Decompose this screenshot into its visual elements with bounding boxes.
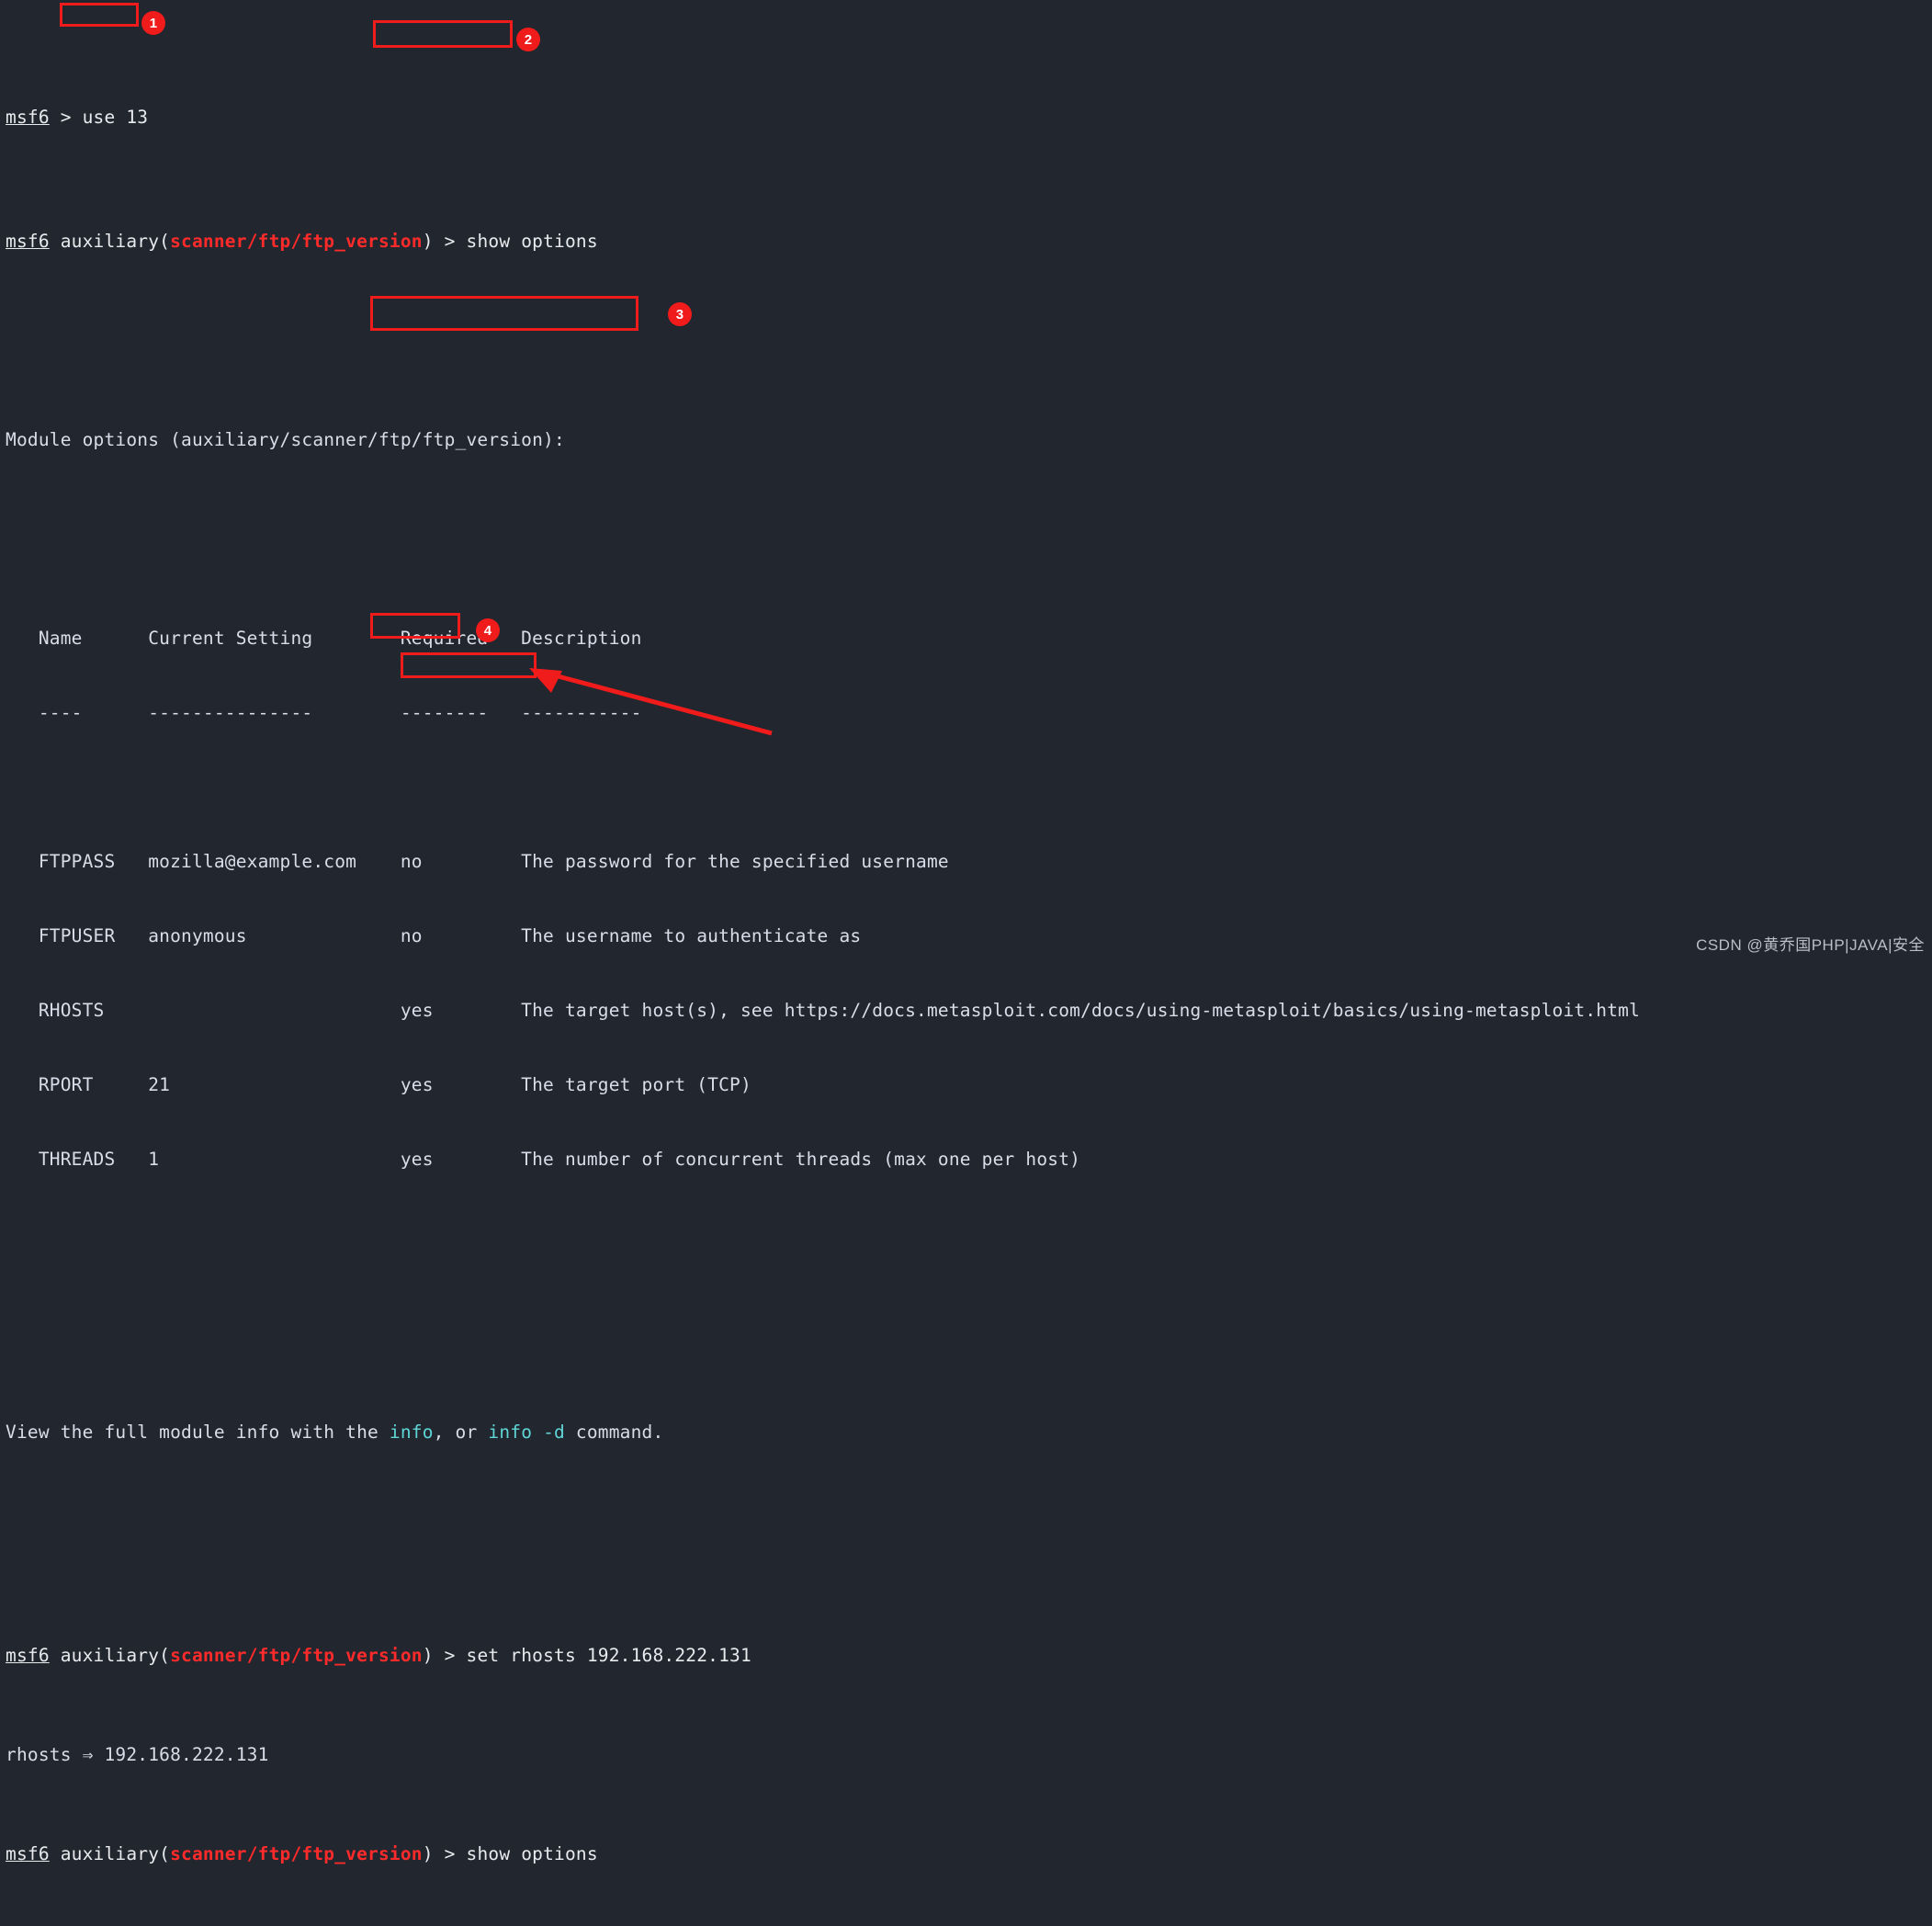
table-row-text: RPORT 21 yes The target port (TCP)	[6, 1074, 751, 1095]
command-show-options[interactable]: show options	[467, 231, 598, 252]
annotation-badge-1: 1	[141, 11, 165, 35]
prompt-caret: >	[49, 107, 83, 128]
table-row-text: THREADS 1 yes The number of concurrent t…	[6, 1149, 1081, 1170]
view-info-prefix: View the full module info with the	[6, 1422, 390, 1443]
table-rule-row-1: ---- --------------- -------- ----------…	[6, 702, 642, 723]
view-info-suffix: command.	[564, 1422, 664, 1443]
prompt-user: msf6	[6, 107, 50, 128]
terminal-line-show-options-2: msf6 auxiliary(scanner/ftp/ftp_version) …	[6, 1841, 1932, 1866]
prompt-user: msf6	[6, 1843, 50, 1864]
terminal-window: msf6 > use 13 msf6 auxiliary(scanner/ftp…	[0, 0, 1932, 1864]
prompt-module-path: scanner/ftp/ftp_version	[170, 1843, 423, 1864]
table-row: FTPPASS mozilla@example.com no The passw…	[6, 849, 1932, 874]
watermark-text: CSDN @黄乔国PHP|JAVA|安全	[1696, 936, 1925, 954]
table-row: THREADS 1 yes The number of concurrent t…	[6, 1147, 1932, 1172]
prompt-module-path: scanner/ftp/ftp_version	[170, 1645, 423, 1666]
annotation-badge-3: 3	[668, 302, 692, 326]
module-options-header-1: Module options (auxiliary/scanner/ftp/ft…	[6, 429, 565, 450]
terminal-line-set-rhosts: msf6 auxiliary(scanner/ftp/ftp_version) …	[6, 1643, 1932, 1668]
prompt-aux-open: auxiliary(	[49, 1645, 171, 1666]
table-header-1: Name Current Setting Required Descriptio…	[6, 626, 1932, 651]
table-row: RPORT 21 yes The target port (TCP)	[6, 1072, 1932, 1097]
table-rule-1: ---- --------------- -------- ----------…	[6, 700, 1932, 725]
rhosts-echo-line: rhosts ⇒ 192.168.222.131	[6, 1744, 269, 1765]
prompt-aux-close: ) >	[422, 1645, 467, 1666]
table-row-text: FTPUSER anonymous no The username to aut…	[6, 925, 862, 946]
table-row: RHOSTS yes The target host(s), see https…	[6, 998, 1932, 1023]
table-header-row-1: Name Current Setting Required Descriptio…	[6, 628, 642, 649]
annotation-badge-2: 2	[516, 28, 540, 51]
annotation-box-set-rhosts	[370, 296, 638, 331]
command-set-rhosts[interactable]: set rhosts 192.168.222.131	[467, 1645, 751, 1666]
prompt-aux-close: ) >	[422, 231, 467, 252]
table-row: FTPUSER anonymous no The username to aut…	[6, 923, 1932, 948]
table-row-text: FTPPASS mozilla@example.com no The passw…	[6, 851, 949, 872]
view-info-mid: , or	[433, 1422, 489, 1443]
prompt-module-path: scanner/ftp/ftp_version	[170, 231, 423, 252]
prompt-aux-close: ) >	[422, 1843, 467, 1864]
command-show-options-2[interactable]: show options	[467, 1843, 598, 1864]
annotation-box-use	[60, 3, 139, 27]
terminal-line-show-options-1: msf6 auxiliary(scanner/ftp/ftp_version) …	[6, 229, 1932, 254]
annotation-box-show-options	[373, 20, 513, 48]
terminal-line-use: msf6 > use 13	[6, 105, 1932, 130]
annotation-box-vsftpd-banner	[401, 652, 537, 678]
view-info-line-1: View the full module info with the info,…	[6, 1420, 1932, 1444]
annotation-badge-4: 4	[476, 618, 500, 642]
prompt-user: msf6	[6, 1645, 50, 1666]
prompt-aux-open: auxiliary(	[49, 1843, 171, 1864]
info-command-link[interactable]: info	[390, 1422, 434, 1443]
table-row-text: RHOSTS yes The target host(s), see https…	[6, 1000, 1641, 1021]
prompt-user: msf6	[6, 231, 50, 252]
info-d-command-link[interactable]: info -d	[488, 1422, 565, 1443]
prompt-aux-open: auxiliary(	[49, 231, 171, 252]
command-use[interactable]: use 13	[83, 107, 149, 128]
